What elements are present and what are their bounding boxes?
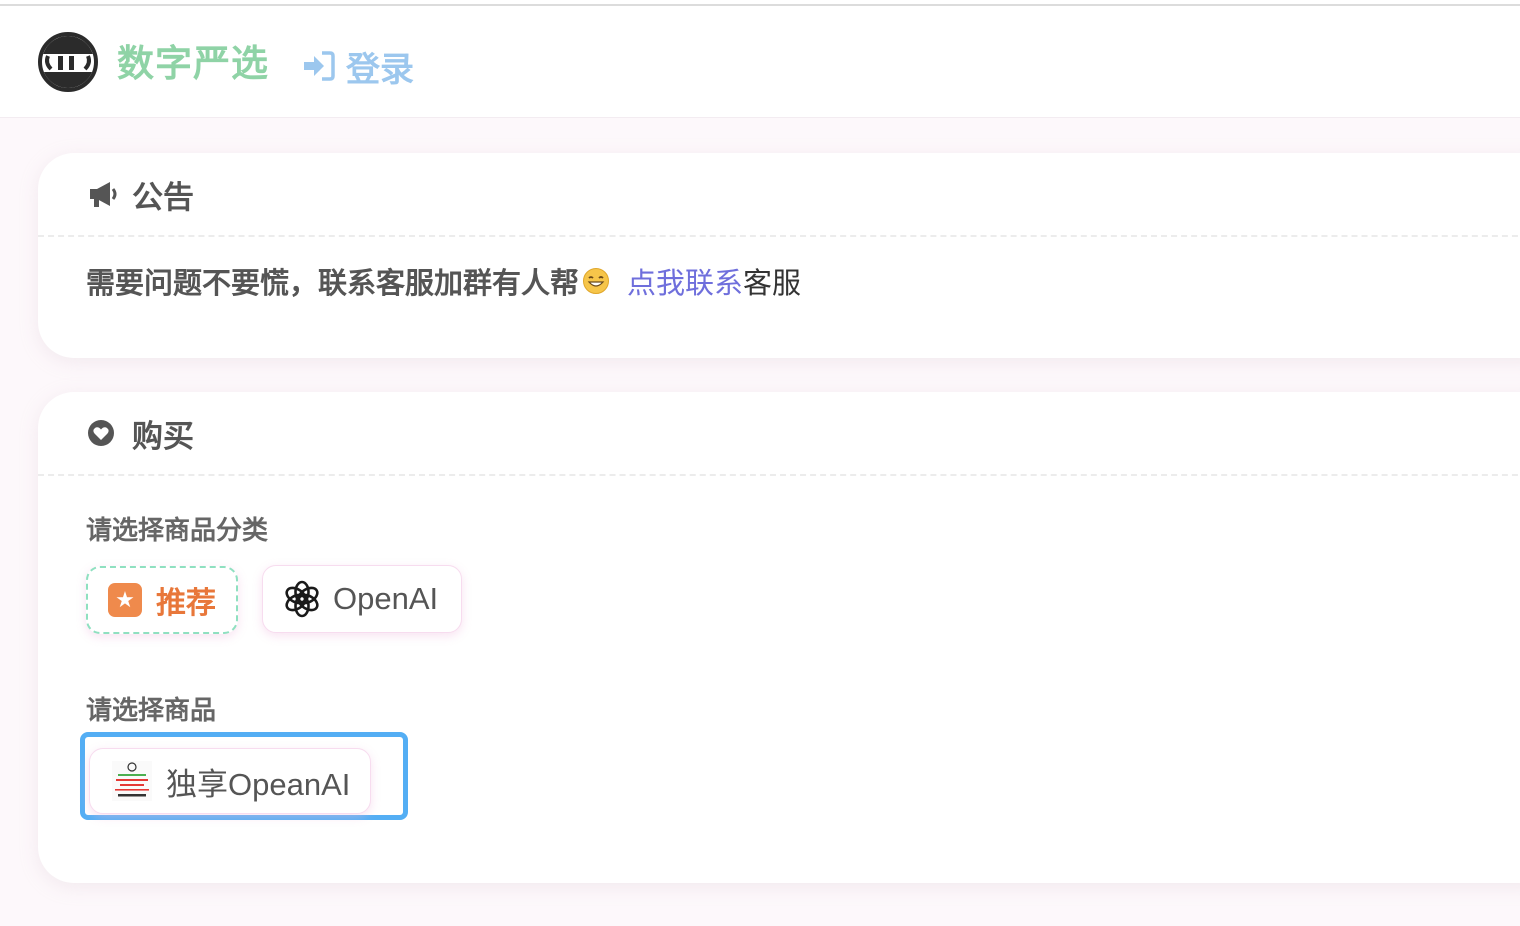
heart-circle-icon — [88, 420, 114, 446]
login-label: 登录 — [346, 49, 414, 90]
login-link[interactable]: 登录 — [302, 44, 414, 90]
goods-section-label: 请选择商品 — [86, 696, 217, 726]
purchase-card: 购买 请选择商品分类 ★ 推荐 OpenAI 请选择商品 独享OpeanAI — [38, 392, 1520, 883]
megaphone-icon — [90, 182, 117, 207]
notice-card: 公告 需要问题不要慌，联系客服加群有人帮 点我联系 客服 — [38, 153, 1520, 358]
goods-item[interactable]: 独享OpeanAI — [89, 748, 371, 814]
category-chip-label: 推荐 — [156, 586, 216, 621]
category-section-label: 请选择商品分类 — [86, 516, 269, 546]
top-navbar: 数字严选 登录 — [0, 6, 1520, 118]
category-chip-openai[interactable]: OpenAI — [262, 565, 462, 633]
notice-title: 公告 — [132, 179, 194, 216]
notice-message-row: 需要问题不要慌，联系客服加群有人帮 点我联系 客服 — [86, 259, 801, 303]
category-chip-recommend[interactable]: ★ 推荐 — [86, 566, 238, 634]
selected-goods-outline: 独享OpeanAI — [80, 732, 408, 820]
openai-logo-icon — [285, 580, 319, 618]
category-chip-label: OpenAI — [333, 581, 439, 616]
product-thumbnail — [112, 761, 152, 801]
purchase-title: 购买 — [132, 418, 194, 455]
notice-header: 公告 — [38, 153, 1520, 237]
contact-link[interactable]: 点我联系 — [627, 260, 743, 302]
purchase-header: 购买 — [38, 392, 1520, 476]
site-logo[interactable] — [38, 32, 98, 92]
grinning-emoji-icon — [583, 268, 610, 294]
star-badge-icon: ★ — [108, 583, 142, 617]
notice-message: 需要问题不要慌，联系客服加群有人帮 — [86, 266, 580, 300]
goods-item-label: 独享OpeanAI — [166, 766, 351, 802]
logo-mark-icon — [42, 36, 94, 88]
sign-in-icon — [304, 51, 335, 81]
brand-name[interactable]: 数字严选 — [117, 42, 269, 86]
contact-tail-text: 客服 — [743, 266, 802, 300]
